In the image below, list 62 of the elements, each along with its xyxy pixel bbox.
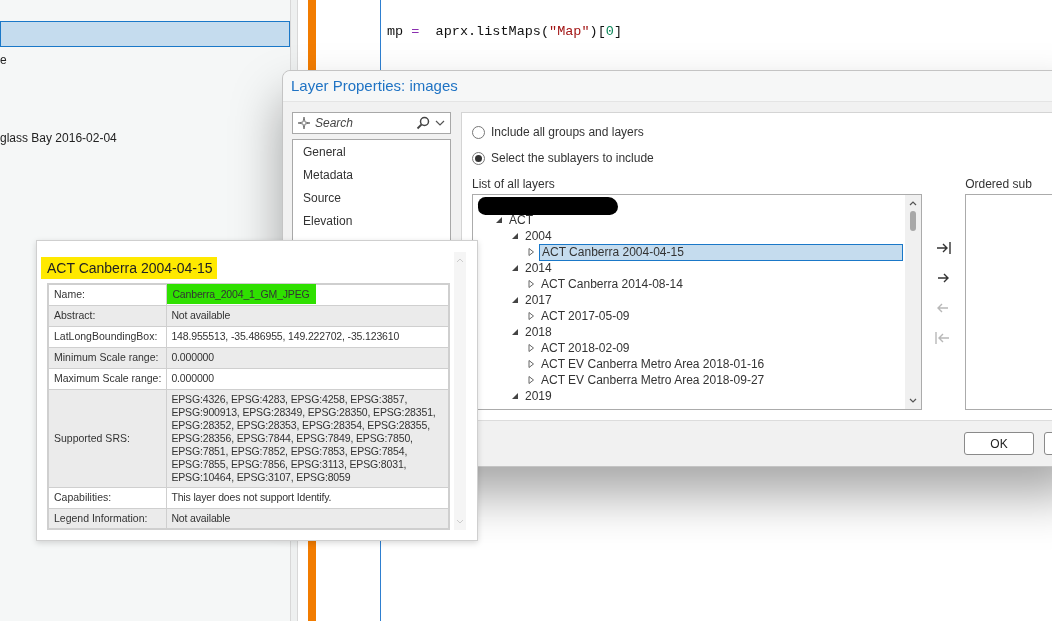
search-icon	[416, 116, 430, 130]
nav-item[interactable]: General	[293, 141, 450, 164]
expanded-icon[interactable]	[510, 295, 520, 305]
chevron-down-icon	[455, 518, 465, 526]
ok-button[interactable]: OK	[964, 432, 1034, 456]
expanded-icon[interactable]	[510, 327, 520, 337]
table-cell: Minimum Scale range:	[48, 347, 167, 368]
table-cell: 0.000000	[166, 347, 449, 368]
expanded-icon[interactable]	[510, 263, 520, 273]
radio-label[interactable]: Select the sublayers to include	[491, 151, 654, 165]
code-line: mp = aprx.listMaps("Map")[0]	[387, 23, 622, 41]
search-field[interactable]: Search	[292, 112, 451, 134]
tree-item[interactable]: ACT Canberra 2014-08-14	[539, 276, 685, 292]
collapsed-icon[interactable]	[526, 311, 536, 321]
table-cell: Name:	[48, 284, 167, 305]
collapsed-icon[interactable]	[526, 279, 536, 289]
table-cell: LatLongBoundingBox:	[48, 326, 167, 347]
expanded-icon[interactable]	[510, 391, 520, 401]
tree-item[interactable]: ACT EV Canberra Metro Area 2018-01-16	[539, 356, 767, 372]
popup-title: ACT Canberra 2004-04-15	[41, 256, 217, 279]
dialog-title: Layer Properties: images	[283, 71, 1052, 102]
table-cell: Canberra_2004_1_GM_JPEG	[167, 284, 316, 305]
tree-item[interactable]: 2018	[523, 324, 554, 340]
nav-item[interactable]: Source	[293, 187, 450, 210]
collapsed-icon[interactable]	[526, 247, 536, 257]
table-cell: EPSG:4326, EPSG:4283, EPSG:4258, EPSG:3857, EPSG:900913, EPSG:28349, EPSG:28350, EPSG:28351, EPSG:28352, EPSG:28353, EPSG:28354, EPSG:28355, EPSG:28356, EPSG:7844, EPSG:7849, EPSG:7850, EPSG:7851, EPSG:7852, EPSG:7853, EPSG:7854, EPSG:7855, EPSG:7856, EPSG:3113, EPSG:8031, EPSG:10464, EPSG:3107, EPSG:8059	[166, 389, 449, 487]
field-label: List of all layers	[472, 176, 556, 192]
table-cell: Supported SRS:	[48, 389, 167, 487]
collapsed-icon[interactable]	[526, 359, 536, 369]
tree-item[interactable]: ACT	[507, 212, 535, 228]
expanded-icon[interactable]	[510, 231, 520, 241]
search-input[interactable]: Search	[315, 116, 412, 130]
tree-item[interactable]: ACT 2017-05-09	[539, 308, 632, 324]
table-cell: Maximum Scale range:	[48, 368, 167, 389]
tree-item[interactable]: ACT 2018-02-09	[539, 340, 632, 356]
scrollbar[interactable]	[904, 195, 921, 409]
tree-item[interactable]: 2004	[523, 228, 554, 244]
tree-item[interactable]: ACT EV Canberra Metro Area 2018-09-27	[539, 372, 767, 388]
chevron-up-icon	[455, 256, 465, 264]
nav-item[interactable]: Elevation	[293, 210, 450, 233]
field-label: Ordered sub	[965, 176, 1033, 192]
collapsed-icon[interactable]	[526, 343, 536, 353]
scrollbar[interactable]	[454, 252, 466, 530]
table-cell: Abstract:	[48, 305, 167, 326]
scrollbar-thumb[interactable]	[909, 211, 916, 231]
radio-label[interactable]: Include all groups and layers	[491, 125, 644, 139]
chevron-up-icon	[907, 199, 918, 207]
tree-item[interactable]: 2019	[523, 388, 554, 404]
table-cell: Capabilities:	[48, 487, 167, 508]
chevron-down-icon	[907, 397, 918, 405]
tree-item[interactable]: 2017	[523, 292, 554, 308]
sparkle-icon	[297, 116, 311, 130]
list-item[interactable]	[0, 21, 290, 47]
table-cell: Not available	[166, 305, 449, 326]
collapsed-icon[interactable]	[526, 375, 536, 385]
move-all-right-icon[interactable]	[935, 240, 952, 256]
table-cell: Not available	[166, 508, 449, 529]
list-item[interactable]: e	[0, 47, 290, 73]
tree-item[interactable]: ACT Canberra 2004-04-15	[539, 243, 903, 261]
tree-item[interactable]: 2014	[523, 260, 554, 276]
nav-item[interactable]: Metadata	[293, 164, 450, 187]
table-cell: Legend Information:	[48, 508, 167, 529]
